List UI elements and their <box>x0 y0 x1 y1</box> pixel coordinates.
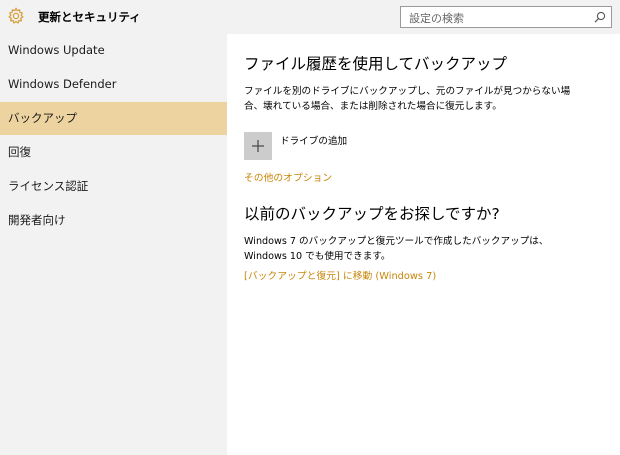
sidebar: 更新とセキュリティ Windows Update Windows Defende… <box>0 0 227 455</box>
older-backup-description: Windows 7 のバックアップと復元ツールで作成したバックアップは、Wind… <box>244 236 549 262</box>
sidebar-item-recovery[interactable]: 回復 <box>0 136 227 169</box>
search-placeholder: 設定の検索 <box>409 12 464 25</box>
search-icon[interactable] <box>593 10 607 24</box>
more-options-link[interactable]: その他のオプション <box>244 170 332 184</box>
backup-and-restore-link[interactable]: [バックアップと復元] に移動 (Windows 7) <box>244 268 436 282</box>
sidebar-item-windows-update[interactable]: Windows Update <box>0 34 227 67</box>
page-title: 更新とセキュリティ <box>38 10 141 24</box>
gear-icon[interactable] <box>7 7 25 25</box>
main-content: ファイル履歴を使用してバックアップ ファイルを別のドライブにバックアップし、元の… <box>227 34 620 455</box>
sidebar-item-backup[interactable]: バックアップ <box>0 102 227 135</box>
sidebar-header: 更新とセキュリティ <box>0 0 227 34</box>
search-input[interactable]: 設定の検索 <box>400 6 612 28</box>
sidebar-item-for-developers[interactable]: 開発者向け <box>0 204 227 237</box>
settings-window: 更新とセキュリティ Windows Update Windows Defende… <box>0 0 620 455</box>
backup-description: ファイルを別のドライブにバックアップし、元のファイルが見つからない場合、壊れてい… <box>244 86 571 112</box>
add-drive-button[interactable] <box>244 132 272 160</box>
add-drive-label[interactable]: ドライブの追加 <box>280 133 347 147</box>
older-backup-section-title: 以前のバックアップをお探しですか? <box>244 205 500 223</box>
plus-icon <box>252 140 264 152</box>
sidebar-item-windows-defender[interactable]: Windows Defender <box>0 68 227 101</box>
backup-section-title: ファイル履歴を使用してバックアップ <box>244 55 508 73</box>
sidebar-item-activation[interactable]: ライセンス認証 <box>0 170 227 203</box>
